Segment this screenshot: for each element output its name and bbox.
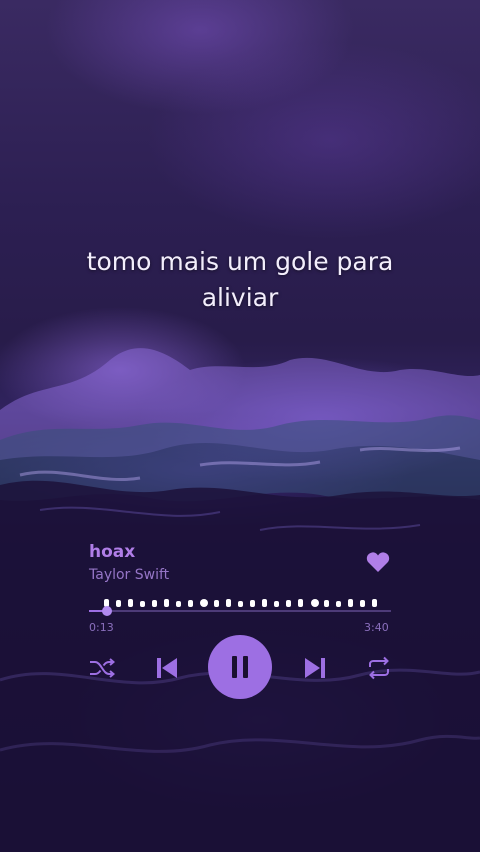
skip-previous-icon[interactable] bbox=[154, 655, 180, 681]
track-artist[interactable]: Taylor Swift bbox=[89, 567, 169, 583]
skip-next-icon[interactable] bbox=[302, 655, 328, 681]
progress-handle[interactable] bbox=[102, 606, 113, 616]
lyric-waveform-decoration bbox=[104, 599, 377, 607]
progress-bar[interactable] bbox=[89, 606, 391, 616]
elapsed-time: 0:13 bbox=[89, 621, 114, 634]
track-title: hoax bbox=[89, 542, 136, 562]
now-playing-card: hoax Taylor Swift 0:13 3:40 bbox=[0, 0, 480, 852]
repeat-icon[interactable] bbox=[366, 656, 392, 680]
play-pause-button[interactable] bbox=[208, 635, 272, 699]
pause-icon bbox=[232, 656, 248, 678]
shuffle-icon[interactable] bbox=[89, 657, 115, 679]
heart-icon[interactable] bbox=[366, 551, 390, 573]
total-duration: 3:40 bbox=[364, 621, 389, 634]
